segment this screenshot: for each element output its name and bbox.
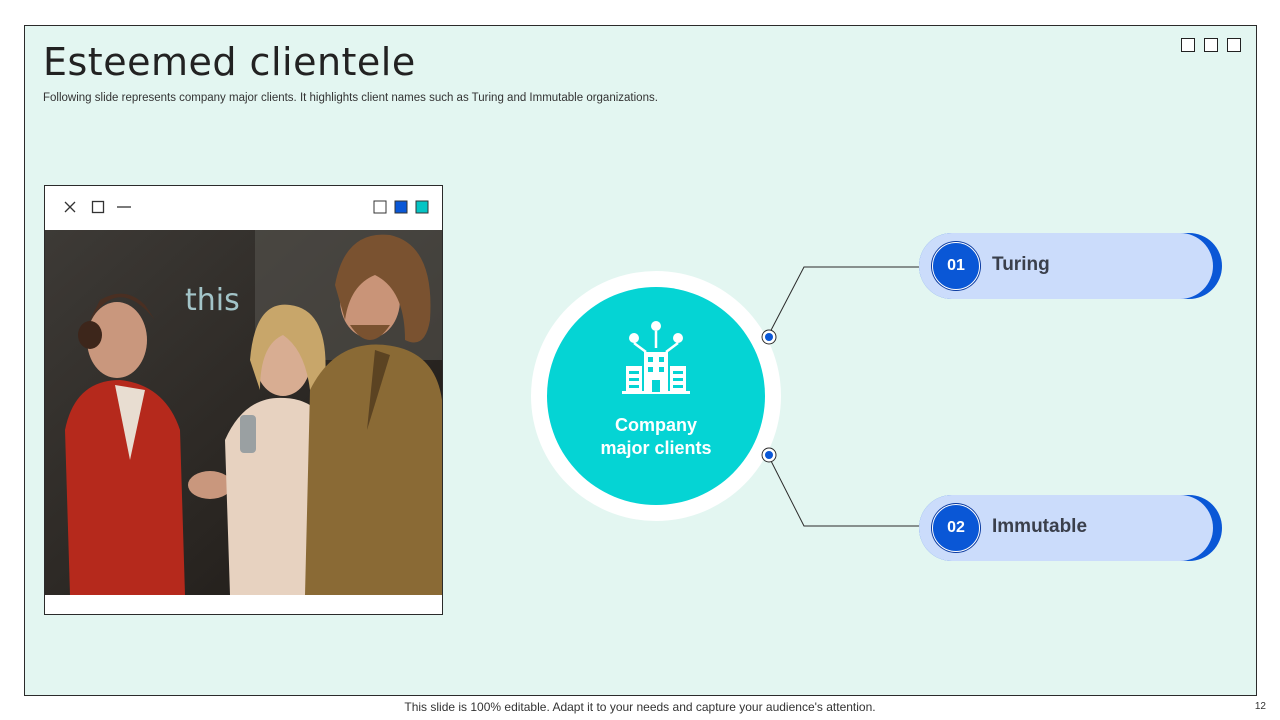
footer-note: This slide is 100% editable. Adapt it to…	[404, 700, 876, 714]
page-number: 12	[1254, 701, 1266, 712]
client-number-badge: 02	[932, 504, 980, 552]
connector-dots	[761, 329, 777, 463]
client-number-badge: 01	[932, 242, 980, 290]
client-item-immutable: 02 Immutable	[919, 495, 1222, 561]
client-item-turing: 01 Turing	[919, 233, 1222, 299]
client-name: Immutable	[992, 516, 1088, 537]
client-name: Turing	[992, 254, 1050, 275]
